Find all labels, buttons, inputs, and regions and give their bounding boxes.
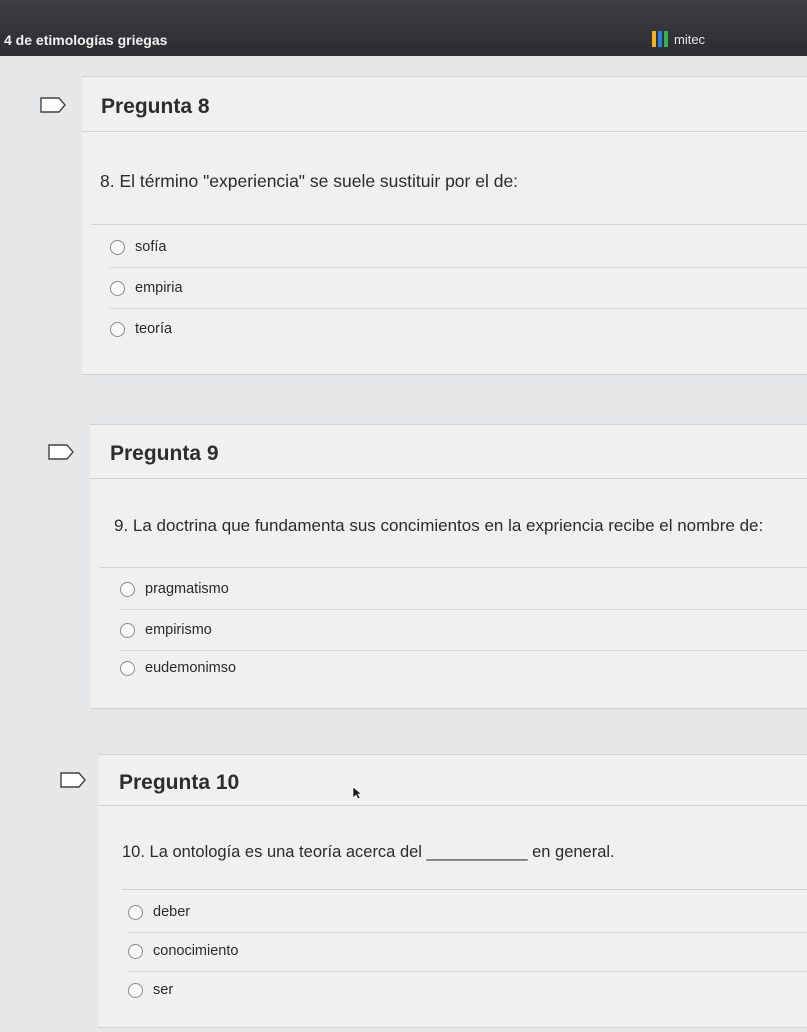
brand-logo[interactable]: mitec (652, 31, 705, 47)
option-label: pragmatismo (145, 581, 229, 597)
mouse-cursor-icon (352, 786, 362, 800)
question-text: 9. La doctrina que fundamenta sus concim… (114, 516, 764, 535)
option-teoria[interactable]: teoría (110, 309, 807, 349)
option-empirismo[interactable]: empirismo (120, 610, 807, 651)
question-title: Pregunta 8 (101, 95, 210, 118)
question-header: Pregunta 9 (48, 425, 807, 479)
radio-button[interactable] (110, 321, 125, 337)
radio-button[interactable] (120, 660, 135, 676)
option-eudemonimso[interactable]: eudemonimso (120, 648, 807, 688)
question-text: 8. El término "experiencia" se suele sus… (100, 171, 519, 191)
option-empiria[interactable]: empiria (110, 268, 807, 309)
question-card-8: Pregunta 8 8. El término "experiencia" s… (40, 76, 807, 375)
option-label: empirismo (145, 622, 212, 638)
radio-button[interactable] (128, 904, 143, 920)
option-conocimiento[interactable]: conocimiento (128, 931, 807, 972)
radio-button[interactable] (110, 239, 125, 255)
radio-button[interactable] (128, 982, 143, 998)
option-sofia[interactable]: sofía (110, 227, 807, 268)
question-header: Pregunta 8 (40, 77, 807, 132)
question-text: 10. La ontología es una teoría acerca de… (122, 843, 615, 861)
question-card-10: Pregunta 10 10. La ontología es una teor… (60, 754, 807, 1028)
answer-divider (100, 567, 807, 568)
option-label: teoría (135, 321, 173, 337)
flag-question-icon[interactable] (40, 97, 66, 113)
flag-question-icon[interactable] (60, 772, 86, 788)
brand-name: mitec (674, 31, 706, 47)
option-label: deber (153, 904, 191, 920)
answer-divider (122, 889, 807, 890)
quiz-title: 4 de etimologías griegas (4, 32, 168, 48)
option-ser[interactable]: ser (128, 970, 807, 1010)
option-deber[interactable]: deber (128, 892, 807, 933)
answer-divider (91, 224, 807, 225)
flag-question-icon[interactable] (48, 444, 74, 460)
question-header: Pregunta 10 (60, 755, 807, 806)
question-title: Pregunta 9 (110, 442, 219, 465)
option-label: ser (153, 982, 174, 998)
option-label: eudemonimso (145, 660, 237, 676)
brand-logo-icon (652, 31, 668, 47)
option-pragmatismo[interactable]: pragmatismo (120, 569, 807, 610)
radio-button[interactable] (120, 581, 135, 597)
option-label: conocimiento (153, 943, 239, 959)
question-title: Pregunta 10 (119, 771, 240, 794)
option-label: sofía (135, 239, 167, 255)
option-label: empiria (135, 280, 183, 296)
radio-button[interactable] (120, 622, 135, 638)
radio-button[interactable] (110, 280, 125, 296)
radio-button[interactable] (128, 943, 143, 959)
question-card-9: Pregunta 9 9. La doctrina que fundamenta… (48, 424, 807, 709)
top-bar: 4 de etimologías griegas mitec (0, 0, 807, 56)
